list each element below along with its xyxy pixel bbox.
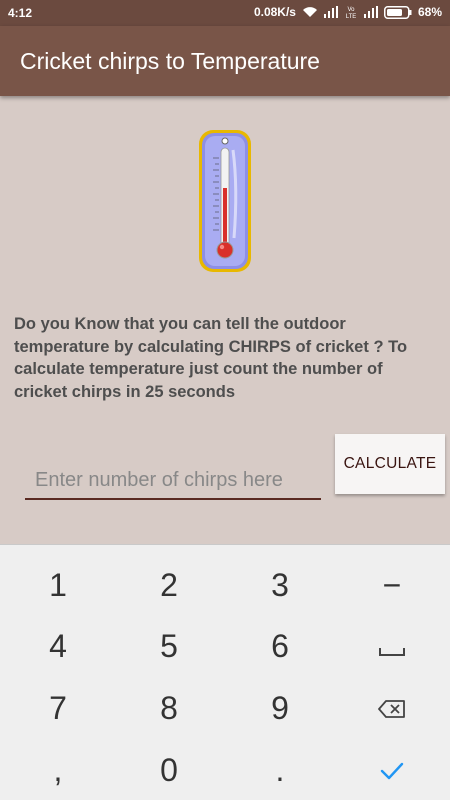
calculate-button[interactable]: CALCULATE	[335, 434, 445, 494]
key-8[interactable]: 8	[113, 678, 225, 738]
battery-icon	[383, 5, 412, 19]
thermometer-icon	[196, 128, 254, 274]
signal-icon-2	[363, 6, 378, 18]
key-1[interactable]: 1	[2, 555, 114, 615]
key-2[interactable]: 2	[113, 555, 225, 615]
svg-text:LTE: LTE	[346, 14, 357, 19]
key-done[interactable]	[336, 740, 448, 800]
wifi-icon	[302, 6, 318, 18]
battery-percent: 68%	[417, 5, 442, 19]
key-3[interactable]: 3	[224, 555, 336, 615]
space-bar-icon	[378, 628, 406, 665]
svg-text:Vo: Vo	[347, 7, 355, 13]
checkmark-icon	[380, 752, 404, 789]
app-title: Cricket chirps to Temperature	[20, 48, 320, 74]
key-6[interactable]: 6	[224, 616, 336, 676]
signal-icon	[323, 6, 338, 18]
numeric-keyboard: 1 2 3 − 4 5 6 7 8 9 , 0 .	[0, 544, 450, 800]
status-icons: 0.08K/s Vo LTE 68%	[254, 5, 442, 19]
key-comma[interactable]: ,	[2, 740, 114, 800]
key-4[interactable]: 4	[2, 616, 114, 676]
volte-icon: Vo LTE	[344, 5, 358, 19]
info-text: Do you Know that you can tell the outdoo…	[14, 315, 408, 401]
network-speed: 0.08K/s	[253, 5, 296, 19]
backspace-icon	[377, 690, 407, 727]
key-7[interactable]: 7	[2, 678, 114, 738]
key-5[interactable]: 5	[113, 616, 225, 676]
key-minus[interactable]: −	[336, 555, 448, 615]
key-period[interactable]: .	[224, 740, 336, 800]
status-bar: 4:12 0.08K/s Vo LTE 68%	[0, 0, 450, 26]
status-time: 4:12	[8, 6, 33, 20]
key-space[interactable]	[336, 616, 448, 676]
chirps-input[interactable]	[25, 462, 321, 500]
app-bar: Cricket chirps to Temperature	[0, 26, 450, 96]
key-9[interactable]: 9	[224, 678, 336, 738]
key-0[interactable]: 0	[113, 740, 225, 800]
key-backspace[interactable]	[336, 678, 448, 738]
